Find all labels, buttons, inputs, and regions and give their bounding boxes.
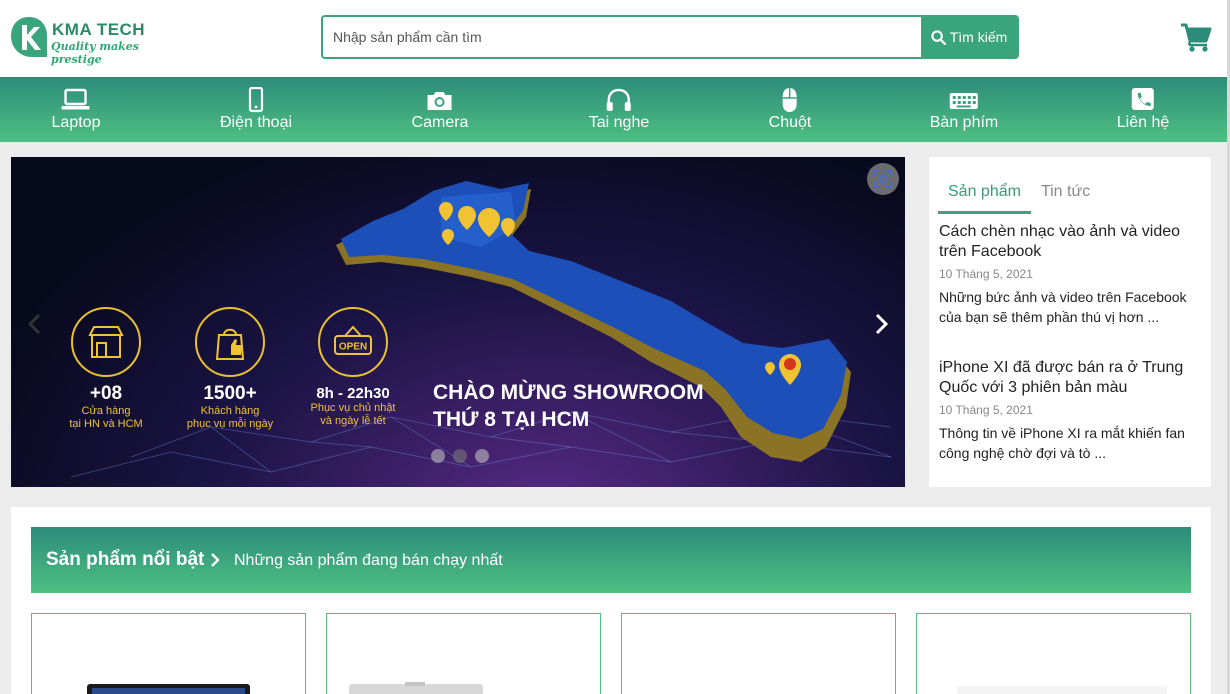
search-button-label: Tìm kiếm — [949, 29, 1008, 45]
headphones-icon — [607, 88, 631, 111]
k-logo-icon — [11, 17, 47, 57]
stat-stores: +08 Cửa hàng tại HN và HCM — [36, 307, 176, 431]
banner-headline-line2: THỨ 8 TẠI HCM — [433, 408, 590, 431]
stat-value: 8h - 22h30 — [316, 385, 390, 402]
nav-item-camera[interactable]: Camera — [411, 77, 469, 142]
nav-item-keyboard[interactable]: Bàn phím — [930, 77, 998, 142]
cart-icon[interactable] — [1180, 22, 1212, 52]
nav-label: Chuột — [768, 114, 812, 131]
news-title[interactable]: Cách chèn nhạc vào ảnh và video trên Fac… — [939, 222, 1201, 262]
nav-label: Bàn phím — [929, 114, 999, 131]
nav-item-phone[interactable]: Điện thoại — [220, 77, 292, 142]
stat-hours: OPEN 8h - 22h30 Phục vụ chủ nhật và ngày… — [283, 307, 423, 428]
search-button[interactable]: Tìm kiếm — [921, 17, 1017, 57]
camera-icon — [428, 92, 452, 110]
slide-dots — [431, 449, 489, 463]
prev-slide-button[interactable] — [25, 312, 45, 336]
store-icon — [71, 307, 141, 377]
product-card[interactable] — [326, 613, 601, 694]
stat-line2: tại HN và HCM — [69, 418, 143, 430]
news-description: Những bức ảnh và video trên Facebook của… — [939, 289, 1187, 325]
nav-label: Camera — [411, 114, 469, 131]
open-sign-text: OPEN — [339, 342, 367, 353]
nav-item-mouse[interactable]: Chuột — [768, 77, 812, 142]
tab-news[interactable]: Tin tức — [1031, 183, 1100, 214]
stat-value: 1500+ — [203, 383, 257, 404]
side-panel: Sản phẩm Tin tức Cách chèn nhạc vào ảnh … — [929, 157, 1211, 487]
tab-products[interactable]: Sản phẩm — [938, 183, 1031, 214]
slide-dot[interactable] — [431, 449, 445, 463]
search-icon — [931, 29, 946, 45]
stat-value: +08 — [89, 383, 123, 404]
logo-tagline: Quality makes prestige — [51, 40, 139, 66]
scan-icon — [874, 170, 892, 188]
news-description: Thông tin về iPhone XI ra mắt khiến fan … — [939, 425, 1185, 461]
featured-header: Sản phẩm nổi bật Những sản phẩm đang bán… — [31, 527, 1191, 593]
search-bar: Tìm kiếm — [321, 15, 1019, 59]
stat-line1: Cửa hàng — [81, 405, 131, 417]
stat-customers: 1500+ Khách hàng phục vụ mỗi ngày — [160, 307, 300, 431]
phone-icon — [248, 87, 264, 113]
nav-label: Liên hệ — [1116, 114, 1170, 131]
logo-name: KMA TECH — [52, 20, 146, 39]
product-image — [87, 684, 250, 694]
featured-title[interactable]: Sản phẩm nổi bật — [46, 549, 204, 571]
product-card[interactable] — [916, 613, 1191, 694]
open-sign-icon: OPEN — [318, 307, 388, 377]
site-logo[interactable]: KMA TECH Quality makes prestige — [10, 15, 160, 66]
news-item[interactable]: Cách chèn nhạc vào ảnh và video trên Fac… — [939, 222, 1201, 327]
chevron-left-icon — [27, 313, 41, 335]
news-item[interactable]: iPhone XI đã được bán ra ở Trung Quốc vớ… — [939, 358, 1201, 463]
hero-banner[interactable]: +08 Cửa hàng tại HN và HCM 1500+ Khách h… — [11, 157, 905, 487]
keyboard-icon — [949, 93, 978, 109]
nav-item-headphones[interactable]: Tai nghe — [588, 77, 650, 142]
featured-subtitle: Những sản phẩm đang bán chạy nhất — [234, 552, 503, 569]
nav-label: Điện thoại — [219, 114, 293, 131]
main-nav: Laptop Điện thoại Camera Tai nghe Chuột — [0, 77, 1230, 142]
product-card[interactable] — [621, 613, 896, 694]
nav-item-contact[interactable]: Liên hệ — [1116, 77, 1170, 142]
product-image — [957, 686, 1167, 694]
thumbs-up-icon — [195, 307, 265, 377]
banner-headline-line1: CHÀO MỪNG SHOWROOM — [433, 381, 704, 404]
stat-line2: và ngày lễ tết — [320, 415, 386, 427]
nav-label: Tai nghe — [588, 114, 650, 131]
stat-line2: phục vụ mỗi ngày — [186, 418, 274, 430]
product-image — [349, 682, 483, 694]
nav-label: Laptop — [51, 114, 101, 131]
next-slide-button[interactable] — [871, 312, 891, 336]
phone-call-icon — [1132, 88, 1154, 110]
product-card[interactable] — [31, 613, 306, 694]
news-date: 10 Tháng 5, 2021 — [939, 267, 1033, 281]
site-header: KMA TECH Quality makes prestige Tìm kiếm — [0, 0, 1230, 77]
slide-dot[interactable] — [475, 449, 489, 463]
chevron-right-icon — [211, 553, 220, 567]
stat-line1: Khách hàng — [200, 405, 260, 417]
side-tabs: Sản phẩm Tin tức — [938, 183, 1100, 214]
stat-line1: Phục vụ chủ nhật — [310, 402, 396, 414]
search-input[interactable] — [323, 17, 921, 57]
mouse-icon — [782, 88, 797, 112]
slide-dot[interactable] — [453, 449, 467, 463]
news-date: 10 Tháng 5, 2021 — [939, 403, 1033, 417]
nav-item-laptop[interactable]: Laptop — [51, 77, 101, 142]
banner-headline: CHÀO MỪNG SHOWROOM THỨ 8 TẠI HCM — [433, 379, 704, 433]
laptop-icon — [62, 88, 90, 110]
chevron-right-icon — [875, 313, 889, 335]
news-title[interactable]: iPhone XI đã được bán ra ở Trung Quốc vớ… — [939, 358, 1201, 398]
zoom-button[interactable] — [867, 163, 899, 195]
featured-section: Sản phẩm nổi bật Những sản phẩm đang bán… — [11, 507, 1211, 694]
